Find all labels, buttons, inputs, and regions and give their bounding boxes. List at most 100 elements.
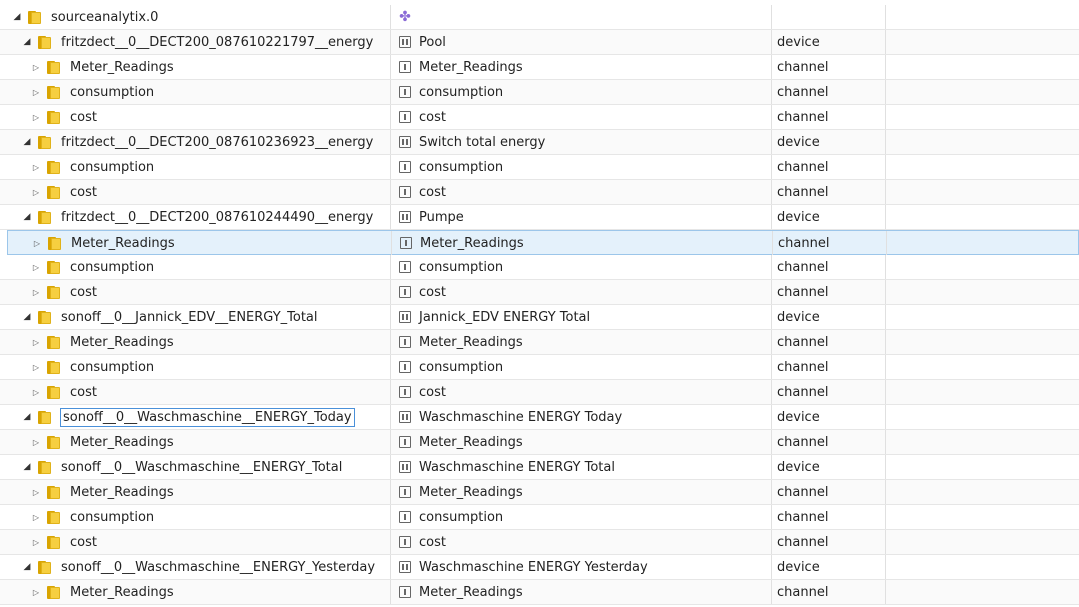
object-type-label: channel xyxy=(777,159,829,175)
channel-icon xyxy=(399,511,411,523)
object-id-label: cost xyxy=(70,109,97,125)
object-id-label: cost xyxy=(70,184,97,200)
object-id-label: cost xyxy=(70,384,97,400)
object-id-label: fritzdect__0__DECT200_087610221797__ener… xyxy=(61,34,374,50)
collapse-toggle-icon[interactable]: ◢ xyxy=(22,37,32,47)
tree-row[interactable]: ▷ consumption consumption channel xyxy=(0,255,1079,280)
object-id-label: sourceanalytix.0 xyxy=(51,9,159,25)
object-type-label: channel xyxy=(777,259,829,275)
collapse-toggle-icon[interactable]: ◢ xyxy=(22,462,32,472)
name-cell: consumption xyxy=(390,155,771,179)
name-cell: cost xyxy=(390,105,771,129)
tree-row[interactable]: ◢ sonoff__0__Waschmaschine__ENERGY_Today W… xyxy=(0,405,1079,430)
tree-row[interactable]: ▷ Meter_Readings Meter_Readings channel xyxy=(0,480,1079,505)
folder-icon xyxy=(47,360,60,374)
extra-cell xyxy=(885,5,1079,29)
object-type-label: channel xyxy=(777,184,829,200)
id-edit-field[interactable]: sonoff__0__Waschmaschine__ENERGY_Today xyxy=(60,407,355,427)
folder-icon xyxy=(47,485,60,499)
tree-row[interactable]: ▷ cost cost channel xyxy=(0,380,1079,405)
tree-row[interactable]: ▷ Meter_Readings Meter_Readings channel xyxy=(0,430,1079,455)
name-cell: consumption xyxy=(390,80,771,104)
id-cell: ▷ cost xyxy=(0,380,390,404)
id-cell: ◢ sonoff__0__Waschmaschine__ENERGY_Yester… xyxy=(0,555,390,579)
expand-toggle-icon[interactable]: ▷ xyxy=(31,437,41,447)
expand-toggle-icon[interactable]: ▷ xyxy=(31,112,41,122)
tree-row[interactable]: ◢ sonoff__0__Waschmaschine__ENERGY_Total W… xyxy=(0,455,1079,480)
name-cell: Meter_Readings xyxy=(390,480,771,504)
tree-row[interactable]: ◢ fritzdect__0__DECT200_087610244490__ene… xyxy=(0,205,1079,230)
expand-toggle-icon[interactable]: ▷ xyxy=(31,87,41,97)
device-icon xyxy=(399,136,411,148)
collapse-toggle-icon[interactable]: ◢ xyxy=(22,412,32,422)
channel-icon xyxy=(399,361,411,373)
collapse-toggle-icon[interactable]: ◢ xyxy=(22,137,32,147)
expand-toggle-icon[interactable]: ▷ xyxy=(31,387,41,397)
extra-cell xyxy=(885,330,1079,354)
tree-row[interactable]: ▷ consumption consumption channel xyxy=(0,355,1079,380)
extra-cell xyxy=(886,231,1079,255)
device-icon xyxy=(399,211,411,223)
tree-row[interactable]: ◢ sonoff__0__Waschmaschine__ENERGY_Yester… xyxy=(0,555,1079,580)
tree-row[interactable]: ▷ cost cost channel xyxy=(0,180,1079,205)
tree-row[interactable]: ▷ Meter_Readings Meter_Readings channel xyxy=(0,580,1079,605)
tree-row[interactable]: ▷ Meter_Readings Meter_Readings channel xyxy=(0,330,1079,355)
adapter-icon: ✤ xyxy=(399,9,411,25)
id-cell: ▷ consumption xyxy=(0,255,390,279)
tree-row[interactable]: ▷ cost cost channel xyxy=(0,105,1079,130)
channel-icon xyxy=(399,386,411,398)
tree-row[interactable]: ◢ sonoff__0__Jannick_EDV__ENERGY_Total Jan… xyxy=(0,305,1079,330)
expand-toggle-icon[interactable]: ▷ xyxy=(31,537,41,547)
folder-icon xyxy=(38,460,51,474)
object-id-label: consumption xyxy=(70,509,155,525)
id-cell: ◢ sonoff__0__Jannick_EDV__ENERGY_Total xyxy=(0,305,390,329)
type-cell: channel xyxy=(771,330,885,354)
collapse-toggle-icon[interactable]: ◢ xyxy=(12,12,22,22)
extra-cell xyxy=(885,555,1079,579)
channel-icon xyxy=(399,161,411,173)
collapse-toggle-icon[interactable]: ◢ xyxy=(22,312,32,322)
expand-toggle-icon[interactable]: ▷ xyxy=(31,512,41,522)
expand-toggle-icon[interactable]: ▷ xyxy=(31,187,41,197)
extra-cell xyxy=(885,505,1079,529)
tree-row[interactable]: ▷ consumption consumption channel xyxy=(0,80,1079,105)
tree-row[interactable]: ◢ fritzdect__0__DECT200_087610221797__ene… xyxy=(0,30,1079,55)
expand-toggle-icon[interactable]: ▷ xyxy=(32,238,42,248)
expand-toggle-icon[interactable]: ▷ xyxy=(31,162,41,172)
extra-cell xyxy=(885,405,1079,429)
object-name-label: Jannick_EDV ENERGY Total xyxy=(419,309,591,325)
object-id-label: sonoff__0__Jannick_EDV__ENERGY_Total xyxy=(61,309,318,325)
collapse-toggle-icon[interactable]: ◢ xyxy=(22,212,32,222)
expand-toggle-icon[interactable]: ▷ xyxy=(31,337,41,347)
expand-toggle-icon[interactable]: ▷ xyxy=(31,262,41,272)
tree-row[interactable]: ▷ consumption consumption channel xyxy=(0,155,1079,180)
extra-cell xyxy=(885,30,1079,54)
name-cell: Switch total energy xyxy=(390,130,771,154)
expand-toggle-icon[interactable]: ▷ xyxy=(31,587,41,597)
tree-row[interactable]: ▷ cost cost channel xyxy=(0,280,1079,305)
tree-row[interactable]: ▷ Meter_Readings Meter_Readings channel xyxy=(0,55,1079,80)
folder-icon xyxy=(47,435,60,449)
channel-icon xyxy=(399,336,411,348)
channel-icon xyxy=(399,61,411,73)
type-cell: channel xyxy=(771,280,885,304)
expand-toggle-icon[interactable]: ▷ xyxy=(31,487,41,497)
type-cell: channel xyxy=(771,430,885,454)
collapse-toggle-icon[interactable]: ◢ xyxy=(22,562,32,572)
tree-row[interactable]: ◢ sourceanalytix.0 ✤ xyxy=(0,5,1079,30)
object-name-label: Pool xyxy=(419,34,446,50)
expand-toggle-icon[interactable]: ▷ xyxy=(31,62,41,72)
object-type-label: channel xyxy=(777,534,829,550)
extra-cell xyxy=(885,430,1079,454)
tree-row[interactable]: ◢ fritzdect__0__DECT200_087610236923__ene… xyxy=(0,130,1079,155)
tree-row[interactable]: ▷ consumption consumption channel xyxy=(0,505,1079,530)
expand-toggle-icon[interactable]: ▷ xyxy=(31,287,41,297)
object-name-label: cost xyxy=(419,534,446,550)
folder-icon xyxy=(47,385,60,399)
folder-icon xyxy=(38,310,51,324)
tree-row[interactable]: ▷ cost cost channel xyxy=(0,530,1079,555)
expand-toggle-icon[interactable]: ▷ xyxy=(31,362,41,372)
object-name-label: Waschmaschine ENERGY Today xyxy=(419,409,623,425)
id-cell: ◢ fritzdect__0__DECT200_087610244490__ene… xyxy=(0,205,390,229)
tree-row[interactable]: ▷ Meter_Readings Meter_Readings channel xyxy=(7,230,1079,255)
